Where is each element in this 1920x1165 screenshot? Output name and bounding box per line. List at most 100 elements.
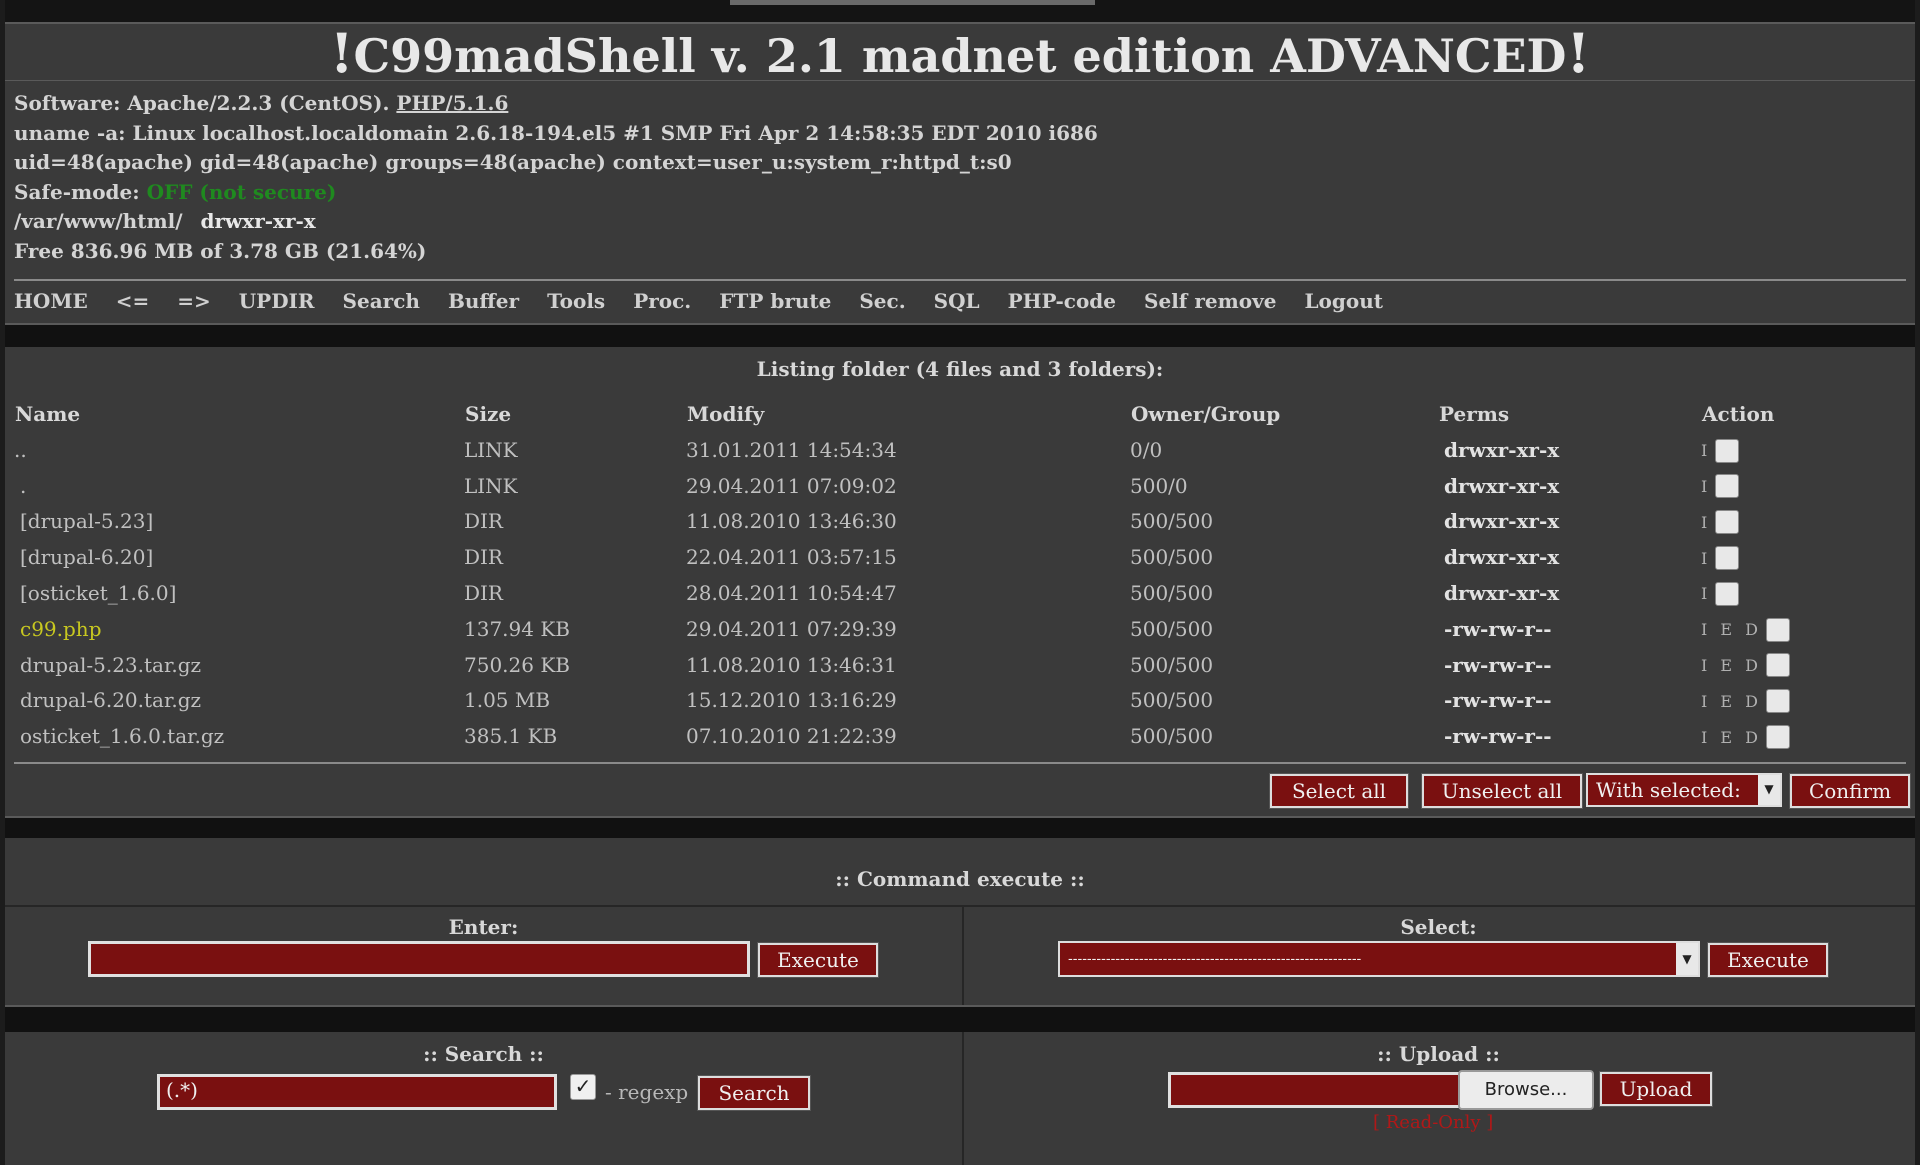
command-input[interactable] bbox=[88, 941, 750, 977]
search-button[interactable]: Search bbox=[697, 1075, 811, 1111]
nav-item-11[interactable]: PHP-code bbox=[1008, 289, 1116, 323]
action-links[interactable]: I E D bbox=[1701, 620, 1762, 639]
nav-item-2[interactable]: => bbox=[177, 289, 211, 323]
file-size: DIR bbox=[464, 509, 503, 534]
column-header[interactable]: Name bbox=[14, 391, 464, 432]
action-links[interactable]: I bbox=[1701, 477, 1711, 496]
file-name[interactable]: drupal-6.20.tar.gz bbox=[20, 688, 201, 712]
execute-select-button[interactable]: Execute bbox=[1707, 942, 1829, 978]
scroll-grip[interactable] bbox=[730, 0, 1095, 5]
chevron-down-icon[interactable]: ▼ bbox=[1676, 943, 1698, 975]
command-select[interactable]: ----------------------------------------… bbox=[1058, 941, 1700, 977]
nav-item-0[interactable]: HOME bbox=[14, 289, 88, 323]
nav-item-10[interactable]: SQL bbox=[934, 289, 980, 323]
row-actions: I bbox=[1701, 432, 1914, 468]
file-perms[interactable]: drwxr-xr-x bbox=[1444, 474, 1559, 498]
free-space: Free 836.96 MB of 3.78 GB (21.64%) bbox=[14, 238, 427, 263]
file-perms[interactable]: drwxr-xr-x bbox=[1444, 438, 1559, 462]
row-checkbox[interactable] bbox=[1715, 546, 1740, 571]
action-links[interactable]: I E D bbox=[1701, 728, 1762, 747]
command-heading: :: Command execute :: bbox=[835, 867, 1085, 891]
file-modified: 07.10.2010 21:22:39 bbox=[686, 724, 897, 749]
enter-label: Enter: bbox=[448, 915, 519, 939]
selection-actions: Select all Unselect all With selected: ▼… bbox=[5, 764, 1915, 816]
file-perms[interactable]: drwxr-xr-x bbox=[1444, 545, 1559, 569]
nav-item-12[interactable]: Self remove bbox=[1144, 289, 1276, 323]
row-checkbox[interactable] bbox=[1715, 438, 1740, 463]
file-owner: 500/500 bbox=[1130, 581, 1214, 606]
read-only-notice: [ Read-Only ] bbox=[1373, 1112, 1494, 1133]
nav-item-9[interactable]: Sec. bbox=[859, 289, 905, 323]
chevron-down-icon[interactable]: ▼ bbox=[1758, 775, 1780, 806]
file-name[interactable]: [drupal-5.23] bbox=[20, 509, 153, 533]
row-checkbox[interactable] bbox=[1766, 689, 1790, 714]
row-actions: I bbox=[1701, 504, 1914, 540]
file-name[interactable]: [osticket_1.6.0] bbox=[20, 581, 176, 605]
action-links[interactable]: I E D bbox=[1701, 656, 1762, 675]
nav-item-3[interactable]: UPDIR bbox=[239, 289, 315, 323]
table-header: Name Size Modify Owner/Group Perms Action bbox=[14, 391, 1914, 432]
upload-file-field[interactable] bbox=[1168, 1072, 1462, 1108]
uid-line: uid=48(apache) gid=48(apache) groups=48(… bbox=[14, 150, 1012, 174]
action-links[interactable]: I bbox=[1701, 441, 1711, 460]
row-checkbox[interactable] bbox=[1766, 653, 1790, 678]
nav-item-1[interactable]: <= bbox=[116, 289, 150, 323]
file-owner: 500/500 bbox=[1130, 545, 1214, 570]
column-header[interactable]: Modify bbox=[686, 391, 1130, 432]
nav-item-13[interactable]: Logout bbox=[1304, 289, 1383, 323]
row-checkbox[interactable] bbox=[1766, 725, 1790, 750]
nav-item-4[interactable]: Search bbox=[343, 289, 420, 323]
file-perms[interactable]: -rw-rw-r-- bbox=[1444, 617, 1552, 641]
page-title: !C99madShell v. 2.1 madnet edition ADVAN… bbox=[5, 24, 1915, 83]
with-selected-select[interactable]: With selected: ▼ bbox=[1586, 773, 1782, 808]
file-perms[interactable]: -rw-rw-r-- bbox=[1444, 688, 1552, 712]
nav-item-6[interactable]: Tools bbox=[547, 289, 605, 323]
table-row: [osticket_1.6.0] DIR 28.04.2011 10:54:47 50… bbox=[14, 575, 1914, 611]
file-perms[interactable]: -rw-rw-r-- bbox=[1444, 653, 1552, 677]
action-links[interactable]: I E D bbox=[1701, 692, 1762, 711]
file-table: Name Size Modify Owner/Group Perms Action .. L… bbox=[14, 391, 1914, 754]
current-path[interactable]: /var/www/html/ bbox=[14, 209, 183, 233]
action-links[interactable]: I bbox=[1701, 549, 1711, 568]
file-name[interactable]: drupal-5.23.tar.gz bbox=[20, 653, 201, 677]
file-name[interactable]: [drupal-6.20] bbox=[20, 545, 153, 569]
row-actions: I bbox=[1701, 468, 1914, 504]
unselect-all-button[interactable]: Unselect all bbox=[1421, 773, 1583, 810]
file-name[interactable]: osticket_1.6.0.tar.gz bbox=[20, 724, 224, 748]
row-checkbox[interactable] bbox=[1766, 617, 1790, 642]
action-links[interactable]: I bbox=[1701, 513, 1711, 532]
row-actions: I E D bbox=[1701, 718, 1914, 754]
confirm-button[interactable]: Confirm bbox=[1789, 773, 1911, 810]
command-panel: :: Command execute :: Enter: Execute Sel… bbox=[5, 855, 1915, 1005]
action-links[interactable]: I bbox=[1701, 584, 1711, 603]
upload-button[interactable]: Upload bbox=[1599, 1071, 1713, 1107]
column-header[interactable]: Perms bbox=[1438, 391, 1701, 432]
table-row: [drupal-5.23] DIR 11.08.2010 13:46:30 500/5… bbox=[14, 504, 1914, 540]
regexp-checkbox[interactable]: ✓ bbox=[570, 1074, 596, 1100]
file-name[interactable]: c99.php bbox=[20, 617, 102, 641]
nav-item-7[interactable]: Proc. bbox=[633, 289, 691, 323]
row-checkbox[interactable] bbox=[1715, 581, 1740, 606]
file-name[interactable]: . bbox=[20, 474, 26, 498]
php-version-link[interactable]: PHP/5.1.6 bbox=[396, 91, 508, 115]
file-name[interactable]: .. bbox=[14, 438, 27, 462]
column-header[interactable]: Action bbox=[1701, 391, 1914, 432]
section-band bbox=[5, 323, 1915, 347]
table-body: .. LINK 31.01.2011 14:54:34 0/0 drwxr-xr-x I.… bbox=[14, 432, 1914, 754]
nav-item-8[interactable]: FTP brute bbox=[719, 289, 831, 323]
select-all-button[interactable]: Select all bbox=[1269, 773, 1409, 810]
table-row: . LINK 29.04.2011 07:09:02 500/0 drwxr-xr-x I bbox=[14, 468, 1914, 504]
column-header[interactable]: Owner/Group bbox=[1130, 391, 1438, 432]
row-checkbox[interactable] bbox=[1715, 510, 1740, 535]
search-input[interactable]: (.*) bbox=[157, 1074, 557, 1110]
file-perms[interactable]: drwxr-xr-x bbox=[1444, 509, 1559, 533]
file-perms[interactable]: -rw-rw-r-- bbox=[1444, 724, 1552, 748]
execute-command-button[interactable]: Execute bbox=[757, 942, 879, 978]
file-size: LINK bbox=[464, 437, 518, 462]
nav-item-5[interactable]: Buffer bbox=[448, 289, 519, 323]
row-checkbox[interactable] bbox=[1715, 474, 1740, 499]
file-perms[interactable]: drwxr-xr-x bbox=[1444, 581, 1559, 605]
file-modified: 31.01.2011 14:54:34 bbox=[686, 437, 897, 462]
column-header[interactable]: Size bbox=[464, 391, 686, 432]
browse-button[interactable]: Browse... bbox=[1458, 1070, 1594, 1110]
